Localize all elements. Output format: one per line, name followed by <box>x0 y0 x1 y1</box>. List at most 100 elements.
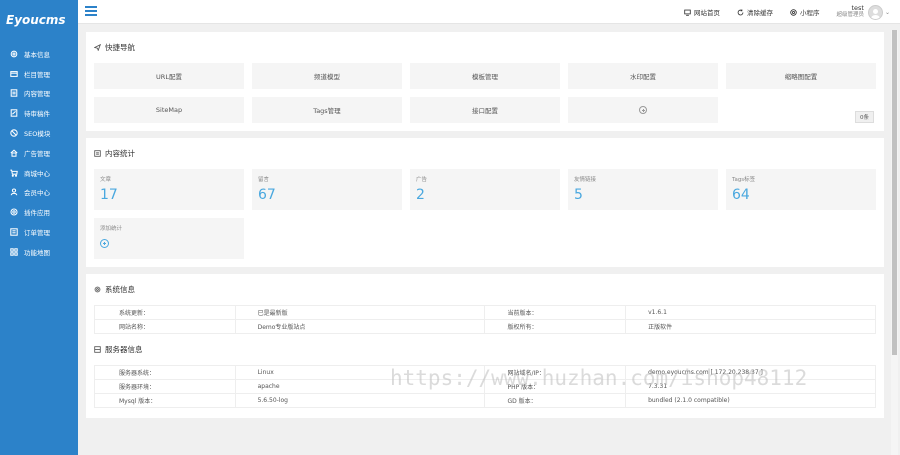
stats-icon <box>94 150 101 157</box>
gear-icon <box>9 49 18 58</box>
sidebar-item-label: 会员中心 <box>24 189 50 198</box>
stat-card-ads[interactable]: 广告 2 <box>410 169 560 210</box>
sidebar-item-label: 订单管理 <box>24 229 50 238</box>
stat-label: 广告 <box>416 177 428 183</box>
add-circle-icon <box>639 106 647 114</box>
stat-label: 添加统计 <box>100 226 123 232</box>
sidebar-item-basic-info[interactable]: 基本信息 <box>0 44 78 64</box>
content-stats-panel: 内容统计 文章 17 留言 67 广告 2 友情链接 5 Tags标签 64 添加统计 <box>86 138 884 267</box>
quick-nav-tags[interactable]: Tags管理 <box>252 97 402 123</box>
cart-icon <box>9 168 18 177</box>
stat-value: 17 <box>100 187 118 203</box>
mini-program-label: 小程序 <box>799 9 820 17</box>
sidebar-item-columns[interactable]: 栏目管理 <box>0 64 78 84</box>
mini-program-icon <box>790 8 797 16</box>
sidebar-item-label: 插件应用 <box>24 209 50 218</box>
sidebar-item-label: 商城中心 <box>24 169 50 178</box>
sidebar-item-orders[interactable]: 订单管理 <box>0 222 78 242</box>
server-icon <box>94 346 101 353</box>
quick-nav-template[interactable]: 模板管理 <box>410 63 560 89</box>
scrollbar[interactable] <box>891 30 898 455</box>
refresh-icon <box>737 9 744 15</box>
folders-icon <box>9 69 18 78</box>
sidebar-item-ads[interactable]: 广告管理 <box>0 143 78 163</box>
count-badge[interactable]: 0条 <box>855 111 874 123</box>
stat-label: 友情链接 <box>574 177 597 183</box>
scrollbar-thumb[interactable] <box>892 30 897 355</box>
seo-icon <box>9 129 18 138</box>
top-links: 网站首页 清除缓存 小程序 test 超级管理员 ⌄ <box>684 0 890 24</box>
system-info-title: 系统信息 <box>94 274 876 305</box>
stat-card-tags[interactable]: Tags标签 64 <box>726 169 876 210</box>
stat-card-messages[interactable]: 留言 67 <box>252 169 402 210</box>
quick-nav-title-text: 快捷导航 <box>105 43 135 52</box>
content-stats-title-text: 内容统计 <box>105 149 135 158</box>
table-row: Mysql 版本： 5.6.50-log GD 版本： bundled (2.1.0 … <box>94 393 876 408</box>
sidebar-item-shop[interactable]: 商城中心 <box>0 163 78 183</box>
stat-value: 64 <box>732 187 750 203</box>
logo-text: Eyoucms <box>6 13 66 27</box>
clear-cache-label: 清除缓存 <box>746 9 773 17</box>
site-home-link[interactable]: 网站首页 <box>684 7 720 17</box>
clear-cache-link[interactable]: 清除缓存 <box>737 7 773 17</box>
content-stats-title: 内容统计 <box>94 138 876 169</box>
mini-program-link[interactable]: 小程序 <box>790 7 820 17</box>
server-info-title-text: 服务器信息 <box>105 345 143 354</box>
quick-nav-url-config[interactable]: URL配置 <box>94 63 244 89</box>
sidebar-item-label: 功能地图 <box>24 248 50 257</box>
stat-value: 2 <box>416 187 425 203</box>
logo[interactable]: Eyoucms <box>0 0 78 40</box>
system-info-title-text: 系统信息 <box>105 285 135 294</box>
quick-nav-panel: 快捷导航 URL配置 频道模型 模板管理 水印配置 缩略图配置 SiteMap … <box>86 32 884 131</box>
quick-nav-watermark[interactable]: 水印配置 <box>568 63 718 89</box>
gear-icon <box>94 286 101 293</box>
plugin-icon <box>9 208 18 217</box>
quick-nav-channel-model[interactable]: 频道模型 <box>252 63 402 89</box>
stat-label: 留言 <box>258 177 270 183</box>
stat-label: Tags标签 <box>732 177 756 183</box>
server-info-title: 服务器信息 <box>94 334 876 365</box>
list-icon <box>9 228 18 237</box>
stat-value: 5 <box>574 187 583 203</box>
table-cell: Mysql 版本： <box>94 393 236 408</box>
sidebar-item-feature-map[interactable]: 功能地图 <box>0 242 78 262</box>
sidebar-item-plugins[interactable]: 插件应用 <box>0 202 78 222</box>
quick-nav-add-button[interactable] <box>568 97 718 123</box>
table-cell: 5.6.50-log <box>234 393 486 408</box>
sidebar: Eyoucms 基本信息 栏目管理 内容管理 待审稿件 SEO模块 广告管理 商… <box>0 0 78 455</box>
stat-card-add[interactable]: 添加统计 <box>94 218 244 259</box>
table-cell: 正版软件 <box>625 319 876 334</box>
table-cell: 系统更新： <box>94 305 236 320</box>
send-icon <box>94 44 101 51</box>
stat-card-articles[interactable]: 文章 17 <box>94 169 244 210</box>
table-row: 系统更新： 已是最新版 当前版本： v1.6.1 <box>94 305 876 320</box>
table-cell: GD 版本： <box>484 393 627 408</box>
stat-card-links[interactable]: 友情链接 5 <box>568 169 718 210</box>
document-icon <box>9 89 18 98</box>
menu-toggle-icon[interactable] <box>85 6 97 16</box>
user-text: test 超级管理员 <box>836 5 864 19</box>
system-info-table: 系统更新： 已是最新版 当前版本： v1.6.1 网站名称： Demo专业版站点 版权所有… <box>94 305 876 334</box>
quick-nav-thumbnail[interactable]: 缩略图配置 <box>726 63 876 89</box>
add-circle-icon[interactable] <box>100 239 109 248</box>
sidebar-item-label: 待审稿件 <box>24 110 50 119</box>
avatar[interactable] <box>867 4 883 20</box>
table-cell: 网站名称： <box>94 319 236 334</box>
sidebar-item-content[interactable]: 内容管理 <box>0 84 78 104</box>
user-menu[interactable]: test 超级管理员 ⌄ <box>836 4 890 20</box>
sidebar-nav: 基本信息 栏目管理 内容管理 待审稿件 SEO模块 广告管理 商城中心 会员中心… <box>0 44 78 262</box>
watermark: https://www.huzhan.com/ishop48112 <box>390 366 808 390</box>
quick-nav-grid: URL配置 频道模型 模板管理 水印配置 缩略图配置 SiteMap Tags管… <box>94 63 876 131</box>
table-cell: 服务器环境： <box>94 379 236 394</box>
sidebar-item-label: 广告管理 <box>24 149 50 158</box>
quick-nav-api-config[interactable]: 接口配置 <box>410 97 560 123</box>
stat-value: 67 <box>258 187 276 203</box>
topbar: 网站首页 清除缓存 小程序 test 超级管理员 ⌄ <box>78 0 900 24</box>
stats-grid: 文章 17 留言 67 广告 2 友情链接 5 Tags标签 64 添加统计 <box>94 169 876 267</box>
quick-nav-sitemap[interactable]: SiteMap <box>94 97 244 123</box>
table-cell: Demo专业版站点 <box>234 319 486 334</box>
sidebar-item-seo[interactable]: SEO模块 <box>0 123 78 143</box>
sidebar-item-pending[interactable]: 待审稿件 <box>0 103 78 123</box>
chevron-down-icon[interactable]: ⌄ <box>885 9 890 16</box>
sidebar-item-members[interactable]: 会员中心 <box>0 183 78 203</box>
